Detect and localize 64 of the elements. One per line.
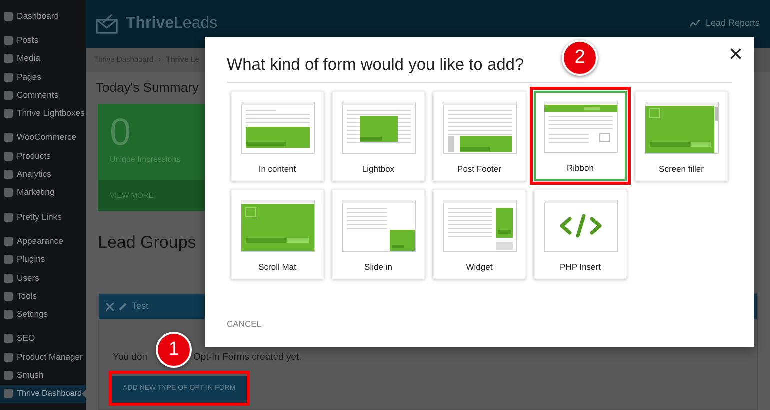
form-type-card[interactable]: Widget xyxy=(433,188,526,279)
pencil-icon[interactable] xyxy=(119,302,127,311)
chart-line-icon xyxy=(690,20,701,28)
square-icon xyxy=(4,109,13,118)
close-button[interactable]: × xyxy=(726,43,746,67)
sidebar-item[interactable]: Analytics xyxy=(0,165,86,184)
sidebar-item[interactable]: Tools xyxy=(0,287,86,306)
square-icon xyxy=(4,389,13,398)
form-type-card[interactable]: Lightbox xyxy=(332,90,425,181)
square-icon xyxy=(4,255,13,264)
square-icon xyxy=(4,12,13,21)
cancel-button[interactable]: CANCEL xyxy=(227,318,262,331)
section-heading: Today's Summary xyxy=(96,80,200,96)
square-icon xyxy=(4,188,13,198)
callout-badge: 2 xyxy=(562,40,598,76)
sidebar-item[interactable]: Plugins xyxy=(0,250,86,269)
sidebar-item[interactable]: Thrive Lightboxes xyxy=(0,104,86,123)
square-icon xyxy=(4,152,13,161)
expand-icon[interactable] xyxy=(106,302,114,311)
form-type-card[interactable]: PHP Insert xyxy=(534,188,627,279)
logo-text: ThriveLeads xyxy=(126,14,218,34)
group-name: Test xyxy=(132,300,149,313)
square-icon xyxy=(4,133,13,142)
form-type-card[interactable]: Ribbon xyxy=(534,90,627,181)
square-icon xyxy=(4,352,13,362)
sidebar-item[interactable]: Users xyxy=(0,268,86,288)
form-type-card[interactable]: Screen filler xyxy=(635,90,728,181)
sidebar-item[interactable]: Pretty Links xyxy=(0,208,86,226)
form-type-card[interactable]: Scroll Mat xyxy=(231,188,324,279)
form-type-card[interactable]: Post Footer xyxy=(433,90,526,181)
notice-text: You don xyxy=(113,351,148,366)
square-icon xyxy=(4,292,13,301)
sidebar-item[interactable]: Settings xyxy=(0,305,86,324)
section-heading: Lead Groups xyxy=(98,232,198,254)
lead-reports-link[interactable]: Lead Reports xyxy=(706,17,760,31)
notice-text: Opt-In Forms created yet. xyxy=(194,351,302,366)
sidebar-item[interactable]: Comments xyxy=(0,86,86,104)
square-icon xyxy=(4,236,13,246)
sidebar-item[interactable]: Smush xyxy=(0,366,86,385)
square-icon xyxy=(4,90,13,100)
square-icon xyxy=(4,310,13,320)
sidebar-item[interactable]: Dashboard xyxy=(0,7,86,26)
sidebar-item[interactable]: SEO xyxy=(0,330,86,348)
sidebar-item[interactable]: Products xyxy=(0,147,86,166)
sidebar-item[interactable]: WooCommerce xyxy=(0,128,86,148)
square-icon xyxy=(4,274,13,282)
form-type-card[interactable]: Slide in xyxy=(332,188,425,279)
envelope-logo-icon xyxy=(96,14,118,34)
form-type-card[interactable]: In content xyxy=(231,90,324,181)
square-icon xyxy=(4,36,13,45)
square-icon xyxy=(4,170,13,180)
sidebar-item[interactable]: Appearance xyxy=(0,232,86,251)
square-icon xyxy=(4,334,13,344)
sidebar-item[interactable]: Thrive Dashboard xyxy=(0,384,86,403)
square-icon xyxy=(4,54,13,64)
square-icon xyxy=(4,212,13,222)
sidebar-item[interactable]: Marketing xyxy=(0,184,86,202)
sidebar-item[interactable]: Pages xyxy=(0,68,86,86)
square-icon xyxy=(4,72,13,82)
sidebar-item[interactable]: Media xyxy=(0,50,86,68)
callout-badge: 1 xyxy=(156,332,192,368)
square-icon xyxy=(4,370,13,380)
sidebar-item[interactable]: Posts xyxy=(0,31,86,50)
sidebar-item[interactable]: Product Manager xyxy=(0,348,86,366)
